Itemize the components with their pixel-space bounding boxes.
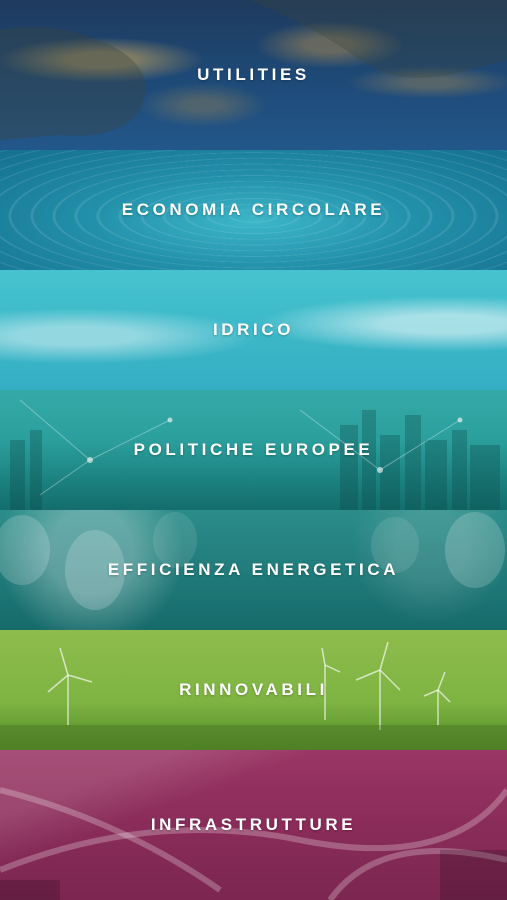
category-utilities[interactable]: UTILITIES	[0, 0, 507, 150]
category-idrico[interactable]: IDRICO	[0, 270, 507, 390]
category-infrastrutture[interactable]: INFRASTRUTTURE	[0, 750, 507, 900]
category-label: IDRICO	[212, 320, 295, 339]
category-rinnovabili[interactable]: RINNOVABILI	[0, 630, 507, 750]
category-list: UTILITIES ECONOMIA CIRCOLARE IDRICO POLI…	[0, 0, 507, 900]
category-label: ECONOMIA CIRCOLARE	[121, 200, 386, 219]
category-label: EFFICIENZA ENERGETICA	[107, 560, 400, 579]
category-efficienza-energetica[interactable]: EFFICIENZA ENERGETICA	[0, 510, 507, 630]
category-label: UTILITIES	[197, 65, 310, 84]
category-politiche-europee[interactable]: POLITICHE EUROPEE	[0, 390, 507, 510]
category-economia-circolare[interactable]: ECONOMIA CIRCOLARE	[0, 150, 507, 270]
category-label: RINNOVABILI	[179, 680, 328, 699]
category-label: POLITICHE EUROPEE	[133, 440, 374, 459]
category-label: INFRASTRUTTURE	[150, 815, 357, 834]
